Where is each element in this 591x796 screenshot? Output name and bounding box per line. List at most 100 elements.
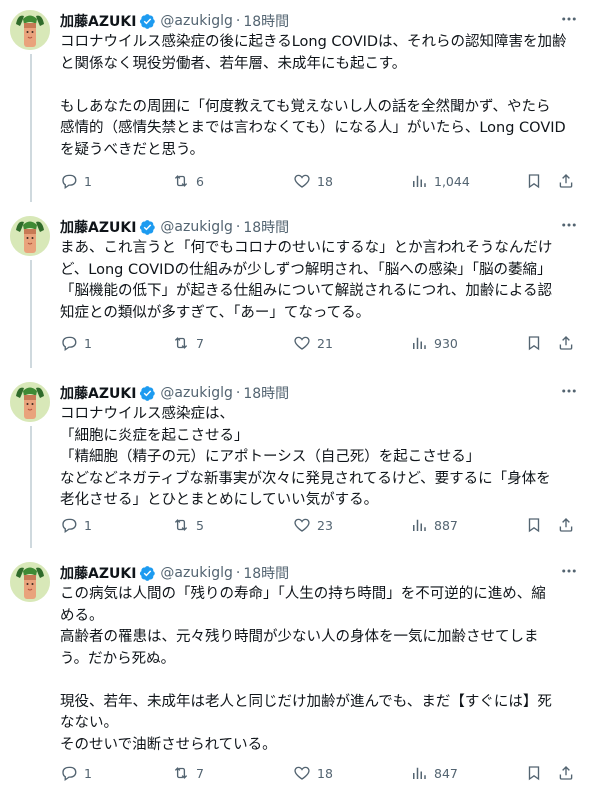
- share-button[interactable]: [557, 762, 581, 784]
- views-icon: [413, 337, 426, 349]
- share-icon: [559, 336, 573, 350]
- tweet-header: 加藤AZUKI @azukiglg · 18時間: [60, 10, 581, 32]
- like-icon: [294, 336, 310, 350]
- repost-count: 5: [196, 517, 204, 533]
- views-icon: [413, 175, 426, 187]
- timestamp[interactable]: 18時間: [243, 383, 289, 403]
- verified-badge-icon: [139, 565, 156, 582]
- repost-count: 7: [196, 335, 204, 351]
- share-icon: [559, 766, 573, 780]
- tweet[interactable]: 加藤AZUKI @azukiglg · 18時間 この病気は人間の「残りの寿命」…: [0, 552, 591, 796]
- like-count: 23: [317, 517, 333, 533]
- more-icon[interactable]: [559, 562, 579, 582]
- views-count: 930: [434, 335, 458, 351]
- share-icon: [559, 174, 573, 188]
- views-button[interactable]: 847: [410, 762, 458, 784]
- reply-icon: [62, 174, 77, 190]
- share-button[interactable]: [557, 514, 581, 536]
- timestamp[interactable]: 18時間: [243, 217, 289, 237]
- tweet[interactable]: 加藤AZUKI @azukiglg · 18時間 コロナウイルス感染症の後に起き…: [0, 0, 591, 206]
- author-handle[interactable]: @azukiglg: [160, 565, 232, 581]
- like-icon: [294, 766, 310, 780]
- repost-button[interactable]: 7: [172, 332, 204, 354]
- views-icon: [413, 519, 426, 531]
- separator-dot: ·: [235, 565, 241, 581]
- author-handle[interactable]: @azukiglg: [160, 219, 232, 235]
- reply-icon: [62, 336, 77, 352]
- reply-button[interactable]: 1: [60, 332, 92, 354]
- like-button[interactable]: 21: [293, 332, 333, 354]
- action-bar: 1 7 18 847: [60, 762, 581, 784]
- repost-icon: [174, 337, 188, 349]
- like-icon: [294, 518, 310, 532]
- bookmark-icon: [528, 518, 540, 533]
- tweet[interactable]: 加藤AZUKI @azukiglg · 18時間 コロナウイルス感染症は、 「細…: [0, 372, 591, 552]
- reply-button[interactable]: 1: [60, 514, 92, 536]
- reply-button[interactable]: 1: [60, 762, 92, 784]
- more-icon[interactable]: [559, 216, 579, 236]
- views-count: 1,044: [434, 173, 470, 189]
- thread-connector-line: [30, 260, 32, 368]
- bookmark-button[interactable]: [525, 762, 549, 784]
- action-bar: 1 6 18 1,044: [60, 170, 581, 192]
- bookmark-button[interactable]: [525, 170, 549, 192]
- repost-count: 7: [196, 765, 204, 781]
- action-bar: 1 5 23 887: [60, 514, 581, 536]
- like-count: 18: [317, 765, 333, 781]
- views-count: 887: [434, 517, 458, 533]
- more-icon[interactable]: [559, 382, 579, 402]
- more-icon[interactable]: [559, 10, 579, 30]
- author-name[interactable]: 加藤AZUKI: [60, 563, 136, 583]
- tweet-text: コロナウイルス感染症は、 「細胞に炎症を起こさせる」 「精細胞（精子の元）にアポ…: [60, 406, 551, 508]
- bookmark-button[interactable]: [525, 332, 549, 354]
- avatar[interactable]: [10, 10, 50, 50]
- thread-connector-line: [30, 426, 32, 548]
- repost-count: 6: [196, 173, 204, 189]
- share-button[interactable]: [557, 332, 581, 354]
- author-name[interactable]: 加藤AZUKI: [60, 11, 136, 31]
- repost-button[interactable]: 6: [172, 170, 204, 192]
- author-handle[interactable]: @azukiglg: [160, 385, 232, 401]
- tweet-text: コロナウイルス感染症の後に起きるLong COVIDは、それらの認知障害を加齢 …: [60, 34, 567, 158]
- tweet-text: この病気は人間の「残りの寿命」「人生の持ち時間」を不可逆的に進め、縮 める。 高…: [60, 586, 552, 753]
- repost-icon: [174, 175, 188, 187]
- timestamp[interactable]: 18時間: [243, 563, 289, 583]
- like-count: 21: [317, 335, 333, 351]
- views-icon: [413, 767, 426, 779]
- author-handle[interactable]: @azukiglg: [160, 13, 232, 29]
- tweet[interactable]: 加藤AZUKI @azukiglg · 18時間 まあ、これ言うと「何でもコロナ…: [0, 206, 591, 372]
- reply-count: 1: [84, 335, 92, 351]
- like-count: 18: [317, 173, 333, 189]
- avatar[interactable]: [10, 562, 50, 602]
- reply-count: 1: [84, 765, 92, 781]
- bookmark-icon: [528, 336, 540, 351]
- bookmark-icon: [528, 174, 540, 189]
- verified-badge-icon: [139, 13, 156, 30]
- bookmark-icon: [528, 766, 540, 781]
- tweet-header: 加藤AZUKI @azukiglg · 18時間: [60, 216, 581, 238]
- avatar[interactable]: [10, 216, 50, 256]
- repost-button[interactable]: 5: [172, 514, 204, 536]
- like-button[interactable]: 23: [293, 514, 333, 536]
- views-button[interactable]: 887: [410, 514, 458, 536]
- reply-icon: [62, 518, 77, 534]
- author-name[interactable]: 加藤AZUKI: [60, 383, 136, 403]
- tweet-text: まあ、これ言うと「何でもコロナのせいにするな」とか言われそうなんだけ ど、Lon…: [60, 240, 553, 321]
- author-name[interactable]: 加藤AZUKI: [60, 217, 136, 237]
- avatar[interactable]: [10, 382, 50, 422]
- separator-dot: ·: [235, 219, 241, 235]
- verified-badge-icon: [139, 219, 156, 236]
- repost-button[interactable]: 7: [172, 762, 204, 784]
- reply-icon: [62, 766, 77, 782]
- views-button[interactable]: 930: [410, 332, 458, 354]
- tweet-header: 加藤AZUKI @azukiglg · 18時間: [60, 382, 581, 404]
- views-button[interactable]: 1,044: [410, 170, 470, 192]
- share-button[interactable]: [557, 170, 581, 192]
- reply-count: 1: [84, 517, 92, 533]
- like-button[interactable]: 18: [293, 170, 333, 192]
- repost-icon: [174, 519, 188, 531]
- bookmark-button[interactable]: [525, 514, 549, 536]
- reply-button[interactable]: 1: [60, 170, 92, 192]
- like-button[interactable]: 18: [293, 762, 333, 784]
- timestamp[interactable]: 18時間: [243, 11, 289, 31]
